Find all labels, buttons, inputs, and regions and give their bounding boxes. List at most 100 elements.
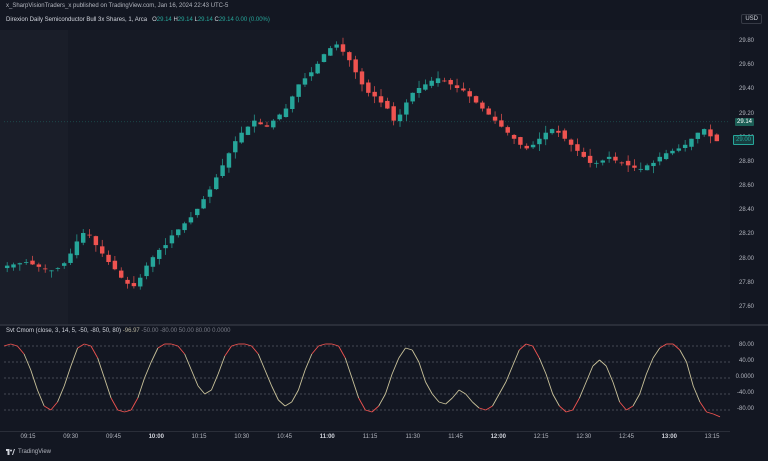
osc-line-segment: [411, 349, 420, 363]
osc-line-segment: [157, 343, 165, 349]
candle-body: [682, 144, 688, 148]
candle-body: [182, 223, 187, 231]
candle-body: [423, 84, 428, 90]
osc-line-segment: [438, 401, 446, 405]
candle-body: [290, 96, 295, 110]
osc-line-segment: [137, 377, 145, 399]
price-axis-label: 28.00: [738, 255, 754, 262]
osc-line-segment: [10, 343, 18, 347]
candle-body: [448, 79, 453, 85]
candle-body: [366, 82, 371, 93]
osc-line-segment: [371, 405, 380, 413]
osc-line-segment: [358, 397, 366, 411]
time-axis-label: 13:15: [704, 434, 720, 440]
candle-body: [663, 153, 669, 160]
osc-line-segment: [699, 401, 707, 413]
candle-body: [49, 270, 54, 272]
osc-line-segment: [592, 359, 600, 367]
candle-body: [549, 129, 555, 134]
candle-body: [150, 257, 156, 267]
time-axis-label: 12:45: [618, 434, 635, 440]
candle-body: [391, 106, 396, 121]
osc-line-segment: [391, 357, 400, 375]
osc-line-segment: [672, 343, 681, 351]
osc-line-segment: [713, 413, 721, 418]
candle-body: [42, 268, 48, 270]
candle-body: [201, 199, 206, 209]
candle-body: [30, 260, 35, 265]
time-axis-label: 11:45: [448, 434, 463, 440]
osc-line-segment: [130, 397, 139, 411]
candle-body: [575, 144, 580, 151]
osc-line-segment: [291, 389, 299, 403]
candle-body: [435, 78, 441, 84]
candle-body: [562, 130, 567, 139]
last-price-tag: 29.14: [734, 117, 754, 126]
time-axis-label: 12:30: [576, 434, 592, 440]
candle-body: [106, 254, 111, 262]
time-axis-label: 10:00: [148, 434, 164, 440]
candle-body: [454, 85, 460, 88]
candle-body: [429, 80, 434, 86]
osc-line-segment: [492, 393, 500, 407]
candle-body: [632, 165, 637, 168]
candle-body: [347, 52, 352, 61]
candle-body: [321, 54, 327, 62]
osc-line-segment: [224, 345, 232, 357]
candle-body: [138, 277, 143, 287]
candle-body: [74, 241, 80, 256]
candle-body: [359, 71, 365, 85]
osc-line-segment: [97, 357, 105, 379]
candle-body: [467, 91, 472, 97]
osc-line-segment: [686, 361, 694, 387]
osc-line-segment: [645, 357, 654, 375]
osc-line-segment: [505, 365, 513, 383]
osc-line-segment: [445, 397, 453, 405]
candle-body: [131, 283, 137, 287]
candle-body: [157, 249, 162, 259]
candle-body: [80, 233, 86, 243]
chart-canvas[interactable]: [0, 0, 768, 461]
osc-line-segment: [338, 345, 346, 359]
osc-axis-label: -80.00: [736, 406, 754, 412]
osc-line-segment: [37, 389, 45, 407]
osc-line-segment: [304, 353, 313, 371]
osc-line-segment: [398, 347, 406, 359]
candle-body: [492, 116, 498, 121]
candle-body: [61, 263, 67, 266]
price-axis-label: 29.20: [738, 110, 754, 117]
osc-line-segment: [63, 365, 72, 387]
candle-body: [119, 270, 124, 278]
time-axis-label: 09:30: [63, 434, 79, 440]
time-axis[interactable]: 09:15 09:30 09:45 10:00 10:15 10:30 10:45 11:00…: [0, 431, 730, 444]
time-axis-label: 09:15: [20, 434, 36, 440]
osc-line-segment: [77, 343, 85, 349]
candle-body: [486, 108, 491, 115]
price-axis-label: 28.40: [738, 207, 754, 214]
price-axis-label: 28.60: [738, 183, 754, 190]
time-axis-label: 12:00: [490, 434, 506, 440]
candle-body: [378, 96, 384, 103]
time-axis-label: 13:00: [661, 434, 677, 440]
osc-line-segment: [17, 345, 25, 355]
candle-body: [543, 132, 548, 140]
osc-line-segment: [405, 347, 413, 351]
osc-axis-label: 40.00: [738, 358, 754, 364]
candle-body: [239, 132, 244, 143]
candle-body: [581, 151, 586, 157]
price-axis[interactable]: 29.80 29.60 29.40 29.20 29.00 28.80 28.60 28.40…: [730, 30, 768, 430]
osc-line-segment: [425, 381, 433, 395]
osc-line-segment: [498, 381, 507, 395]
osc-line-segment: [572, 397, 580, 411]
candle-body: [530, 144, 536, 148]
candle-body: [619, 162, 625, 164]
candle-body: [315, 63, 320, 74]
candle-body: [644, 165, 650, 171]
osc-line-segment: [278, 399, 286, 407]
candle-body: [613, 156, 618, 161]
osc-line-segment: [612, 381, 621, 403]
price-axis-label: 27.60: [738, 303, 754, 310]
osc-axis-label: 80.00: [738, 342, 754, 348]
candle-body: [68, 253, 73, 263]
candle-body: [245, 126, 251, 135]
